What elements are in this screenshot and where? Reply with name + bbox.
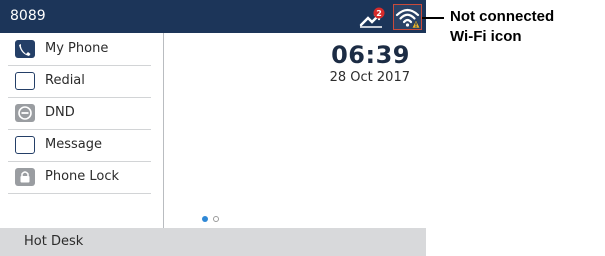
- callout-line: [422, 17, 444, 19]
- hot-desk-softkey[interactable]: Hot Desk: [24, 234, 83, 249]
- softkey-label: Phone Lock: [45, 169, 120, 184]
- phone-screen: 8089 2 My Phone Redial DND Message Phone…: [0, 0, 426, 256]
- clock-date: 28 Oct 2017: [329, 70, 410, 85]
- empty-key-icon: [15, 136, 35, 154]
- clock-time: 06:39: [331, 41, 410, 69]
- dnd-icon: [15, 104, 35, 122]
- softkey-label: DND: [45, 105, 75, 120]
- callout-line-2: Wi-Fi icon: [450, 28, 522, 45]
- extension-number: 8089: [10, 8, 46, 24]
- missed-calls-count: 2: [376, 9, 382, 18]
- status-bar: 8089 2: [0, 0, 426, 33]
- softkey-label: Message: [45, 137, 102, 152]
- page-dot-active[interactable]: [202, 216, 208, 222]
- page-indicator[interactable]: [200, 215, 230, 225]
- phone-icon: [15, 40, 35, 58]
- callout-line-1: Not connected: [450, 8, 555, 25]
- missed-call-arrow-icon[interactable]: 2: [358, 7, 386, 29]
- softkey-redial[interactable]: Redial: [8, 67, 151, 98]
- softkey-my-phone[interactable]: My Phone: [8, 35, 151, 66]
- softkey-label: My Phone: [45, 41, 109, 56]
- softkey-label: Redial: [45, 73, 85, 88]
- wifi-not-connected-icon[interactable]: [393, 4, 422, 30]
- empty-key-icon: [15, 72, 35, 90]
- softkey-dnd[interactable]: DND: [8, 99, 151, 130]
- lock-icon: [15, 168, 35, 186]
- softkey-phone-lock[interactable]: Phone Lock: [8, 163, 151, 194]
- bottom-softkey-bar: Hot Desk: [0, 228, 426, 256]
- softkey-panel: My Phone Redial DND Message Phone Lock: [0, 33, 164, 228]
- page-dot-inactive[interactable]: [213, 216, 219, 222]
- softkey-message[interactable]: Message: [8, 131, 151, 162]
- callout-annotation: Not connected Wi-Fi icon: [450, 7, 554, 47]
